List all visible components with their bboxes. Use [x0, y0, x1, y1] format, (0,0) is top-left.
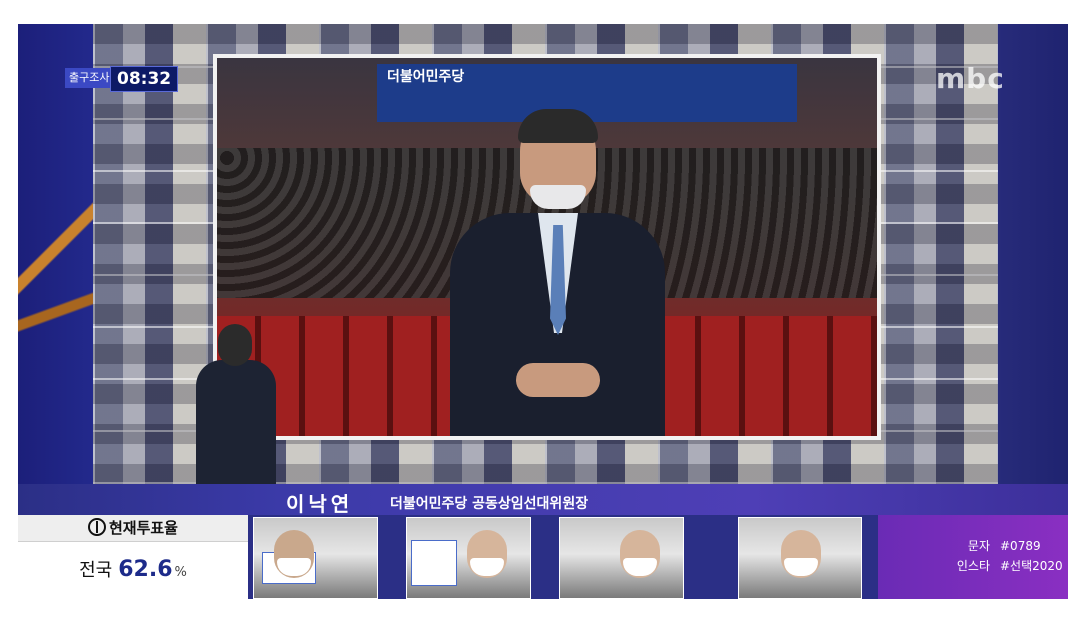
turnout-header-text: 현재투표율	[108, 519, 178, 537]
turnout-body: 전국 62.6%	[18, 545, 248, 595]
instagram-value: #선택2020	[1000, 559, 1063, 573]
broadcast-clock: 08:32	[110, 66, 179, 92]
speaker-figure	[450, 109, 665, 436]
sms-value: #0789	[1000, 539, 1041, 553]
main-video-feed: 더불어민주당	[213, 54, 881, 440]
broadcast-frame: 더불어민주당 출구조사 08:32 mbc 이낙연 더불어민주당 공동상임선대위…	[18, 24, 1068, 599]
reporter-figure	[196, 324, 276, 484]
exit-poll-badge: 출구조사	[65, 68, 114, 88]
decor-stripes	[18, 194, 93, 394]
turnout-value: 62.6	[118, 557, 173, 582]
turnout-region: 전국	[79, 560, 113, 581]
stage-banner-text: 더불어민주당	[387, 69, 465, 85]
voter-thumbnail	[406, 517, 531, 599]
instagram-label: 인스타	[956, 559, 990, 573]
instagram-row: 인스타 #선택2020	[938, 557, 1063, 574]
turnout-header: 현재투표율	[18, 515, 248, 542]
turnout-panel: 현재투표율 전국 62.6%	[18, 515, 248, 599]
sms-instagram-box: 문자 #0789 인스타 #선택2020	[878, 515, 1068, 599]
voter-thumbnail	[738, 517, 862, 599]
voter-thumbnail	[253, 517, 378, 599]
speaker-title: 더불어민주당 공동상임선대위원장	[390, 496, 589, 512]
turnout-unit: %	[174, 565, 187, 580]
sms-row: 문자 #0789	[938, 537, 1041, 554]
sms-label: 문자	[967, 539, 990, 553]
mbc-logo: mbc	[936, 62, 1005, 95]
ballot-icon	[87, 518, 106, 536]
speaker-name: 이낙연	[286, 492, 354, 516]
voter-thumbnail	[559, 517, 684, 599]
